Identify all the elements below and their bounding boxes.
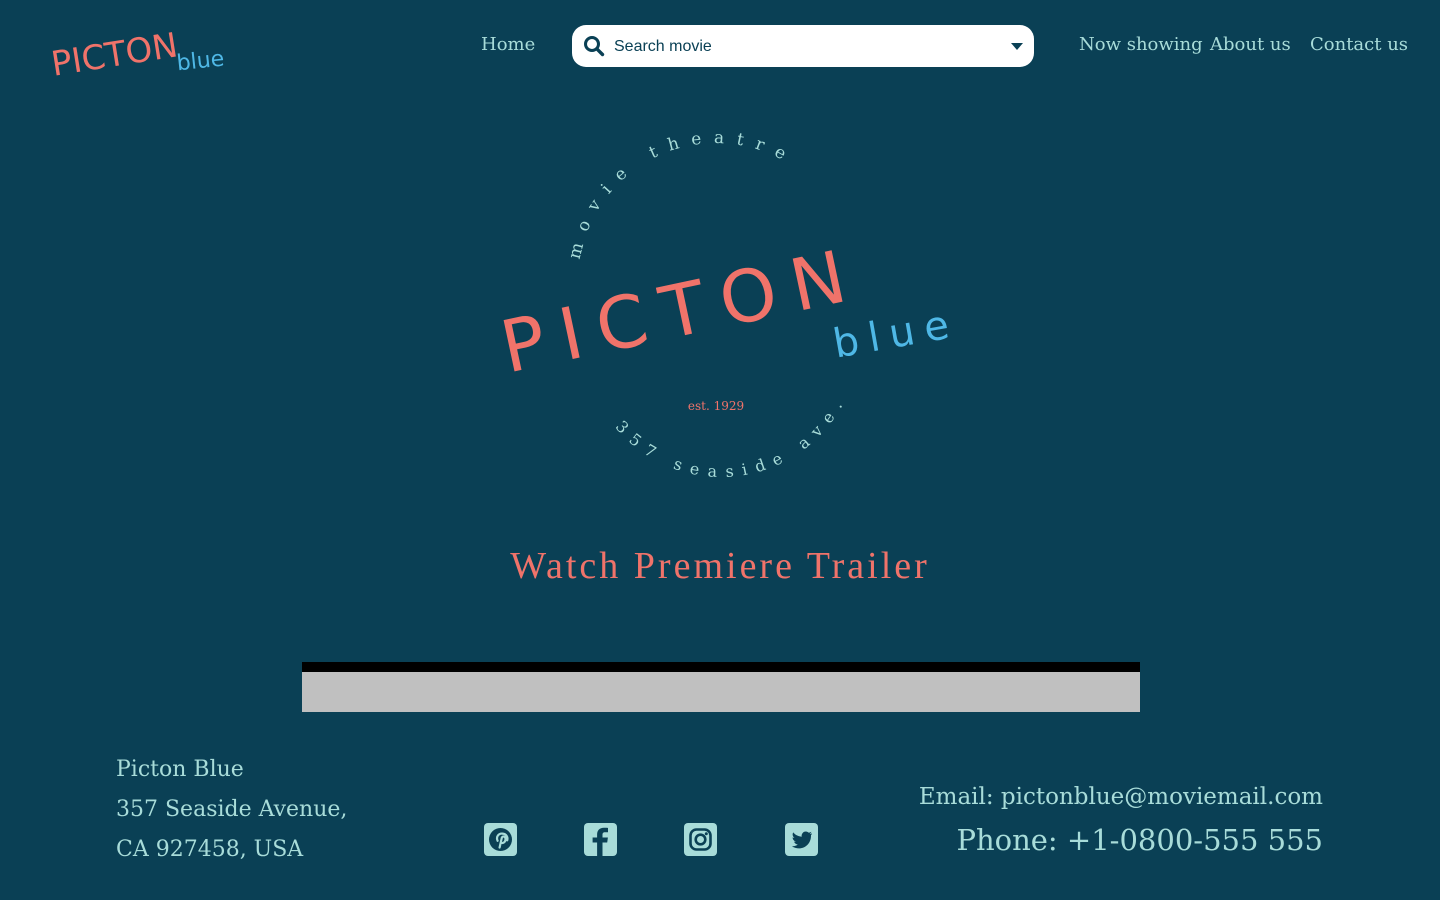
- address-line-street: 357 Seaside Avenue,: [116, 797, 348, 822]
- emblem-main-text: PICTON: [494, 231, 869, 389]
- emblem-established: est. 1929: [688, 399, 744, 413]
- search-icon[interactable]: [583, 35, 605, 57]
- nav-home[interactable]: Home: [481, 34, 535, 55]
- search-input[interactable]: [612, 33, 976, 61]
- facebook-icon[interactable]: [584, 823, 617, 856]
- search-bar[interactable]: [572, 25, 1034, 67]
- logo-sub-text: blue: [176, 47, 226, 77]
- footer-phone[interactable]: Phone: +1-0800-555 555: [956, 823, 1323, 857]
- footer-email[interactable]: Email: pictonblue@moviemail.com: [919, 784, 1323, 810]
- trailer-video[interactable]: [302, 662, 1140, 712]
- nav-contact-us[interactable]: Contact us: [1310, 34, 1408, 55]
- chevron-down-icon[interactable]: [1010, 40, 1024, 52]
- address-line-region: CA 927458, USA: [116, 837, 304, 862]
- twitter-icon[interactable]: [785, 823, 818, 856]
- video-top-bar: [302, 662, 1140, 672]
- logo-main-text: PICTON: [50, 25, 180, 78]
- address-line-name: Picton Blue: [116, 757, 244, 782]
- trailer-heading: Watch Premiere Trailer: [510, 545, 930, 587]
- footer-address: Picton Blue 357 Seaside Avenue, CA 92745…: [116, 750, 347, 870]
- theatre-emblem: movie theatre PICTON blue est. 1929 357 …: [494, 130, 960, 481]
- nav-now-showing[interactable]: Now showing: [1079, 34, 1203, 55]
- pinterest-icon[interactable]: [484, 823, 517, 856]
- video-player-surface[interactable]: [302, 672, 1140, 712]
- picton-blue-logo[interactable]: PICTON blue: [50, 14, 230, 78]
- emblem-arc-top-text: movie theatre: [565, 130, 800, 261]
- nav-about-us[interactable]: About us: [1210, 34, 1291, 55]
- instagram-icon[interactable]: [684, 823, 717, 856]
